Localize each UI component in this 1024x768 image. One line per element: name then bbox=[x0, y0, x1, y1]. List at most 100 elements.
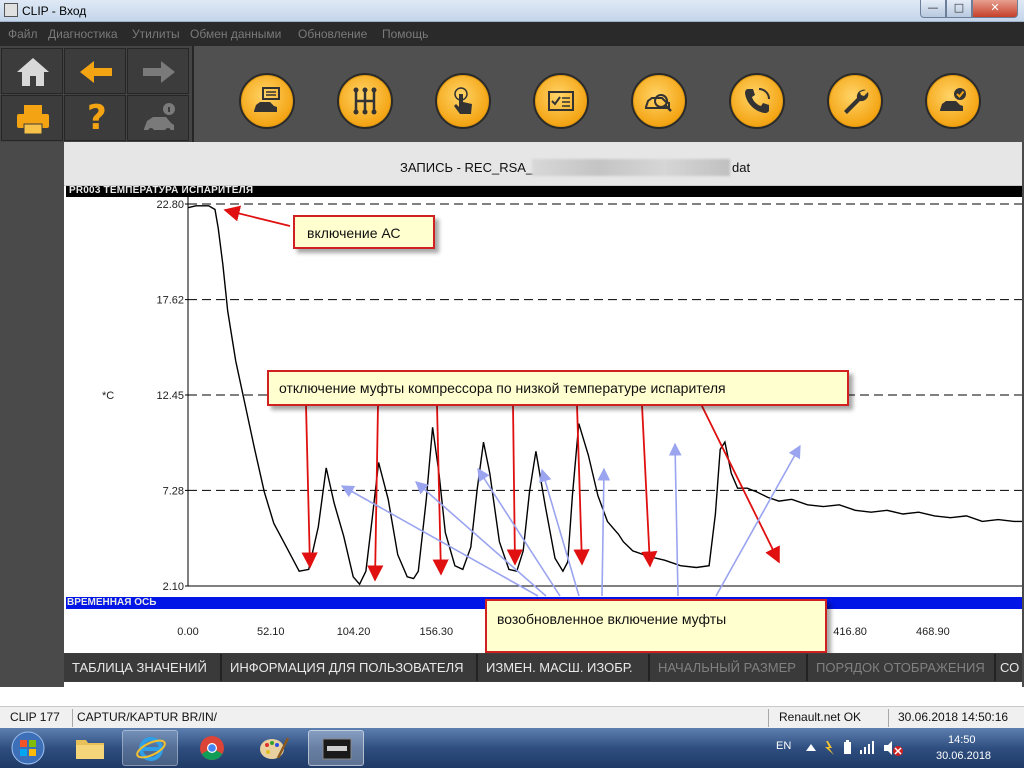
annotation-ac-on: включение АС bbox=[293, 215, 435, 249]
maximize-button[interactable]: □ bbox=[946, 0, 972, 18]
menu-update[interactable]: Обновление bbox=[298, 27, 367, 41]
gearbox-icon bbox=[353, 87, 377, 115]
chrome-icon bbox=[200, 736, 224, 761]
x-tick-label: 0.00 bbox=[177, 626, 198, 638]
clip-window: CLIP - Вход — □ ✕ Файл Диагностика Утили… bbox=[0, 0, 1024, 768]
language-indicator[interactable]: EN bbox=[776, 740, 791, 752]
taskbar-paint[interactable] bbox=[246, 730, 302, 766]
clip-app-icon bbox=[322, 738, 352, 760]
back-button[interactable] bbox=[64, 48, 126, 94]
help-button[interactable]: ? bbox=[64, 95, 126, 141]
flag-icon[interactable] bbox=[825, 741, 834, 755]
checklist-icon bbox=[548, 91, 574, 111]
zoom-change-button[interactable]: ИЗМЕН. МАСШ. ИЗОБР. bbox=[478, 654, 650, 681]
start-button[interactable] bbox=[8, 730, 48, 766]
clock-time[interactable]: 14:50 bbox=[948, 734, 976, 746]
status-bar: CLIP 177 CAPTUR/KAPTUR BR/IN/ Renault.ne… bbox=[0, 706, 1024, 728]
footer-toolbar: ТАБЛИЦА ЗНАЧЕНИЙ ИНФОРМАЦИЯ ДЛЯ ПОЛЬЗОВА… bbox=[64, 653, 1022, 682]
x-tick-label: 416.80 bbox=[833, 626, 867, 638]
window-title: CLIP - Вход bbox=[22, 4, 87, 18]
function-toolbar bbox=[192, 46, 1024, 142]
x-tick-label: 156.30 bbox=[419, 626, 453, 638]
home-button[interactable] bbox=[1, 48, 63, 94]
taskbar-clip[interactable] bbox=[308, 730, 364, 766]
diagnostic-scan-icon bbox=[645, 94, 672, 112]
vehicle-check-icon bbox=[940, 88, 966, 111]
status-divider bbox=[768, 709, 769, 727]
checklist-button[interactable] bbox=[533, 73, 589, 129]
vehicle-identification-icon bbox=[254, 87, 280, 112]
phone-support-icon bbox=[745, 88, 770, 113]
vehicle-check-button[interactable] bbox=[925, 73, 981, 129]
diagnostic-scan-button[interactable] bbox=[631, 73, 687, 129]
wrench-button[interactable] bbox=[827, 73, 883, 129]
initial-size-button[interactable]: НАЧАЛЬНЫЙ РАЗМЕР bbox=[650, 654, 808, 681]
menu-file[interactable]: Файл bbox=[8, 27, 38, 41]
show-hidden-icon[interactable] bbox=[806, 744, 816, 751]
app-icon bbox=[4, 3, 18, 17]
annotation-clutch-off-text: отключение муфты компрессора по низкой т… bbox=[279, 380, 726, 396]
taskbar-explorer[interactable] bbox=[62, 730, 118, 766]
home-icon bbox=[17, 58, 49, 86]
wrench-icon bbox=[844, 89, 869, 114]
printer-icon bbox=[17, 105, 49, 135]
signal-icon[interactable] bbox=[860, 750, 862, 754]
touch-icon bbox=[454, 87, 472, 114]
touch-button[interactable] bbox=[435, 73, 491, 129]
x-tick-label: 104.20 bbox=[337, 626, 371, 638]
gearbox-button[interactable] bbox=[337, 73, 393, 129]
parameter-label: PR003 ТЕМПЕРАТУРА ИСПАРИТЕЛЯ bbox=[69, 185, 254, 196]
connection-status: Renault.net OK bbox=[779, 710, 862, 724]
volume-icon[interactable] bbox=[884, 741, 892, 755]
display-order-button[interactable]: ПОРЯДОК ОТОБРАЖЕНИЯ bbox=[808, 654, 996, 681]
title-bar: CLIP - Вход — □ ✕ bbox=[0, 0, 1024, 22]
forward-button[interactable] bbox=[127, 48, 189, 94]
help-icon: ? bbox=[87, 98, 107, 138]
forward-arrow-icon bbox=[143, 61, 175, 83]
explorer-icon bbox=[76, 740, 104, 759]
status-divider bbox=[888, 709, 889, 727]
windows-logo-icon bbox=[11, 731, 45, 765]
y-tick-label: 22.80 bbox=[156, 199, 184, 211]
taskbar: EN 14:50 30.06.2018 bbox=[0, 728, 1024, 768]
time-axis-label: ВРЕМЕННАЯ ОСЬ bbox=[67, 597, 157, 608]
parameter-header: PR003 ТЕМПЕРАТУРА ИСПАРИТЕЛЯ bbox=[66, 185, 1022, 197]
taskbar-chrome[interactable] bbox=[184, 730, 240, 766]
vehicle-model: CAPTUR/KAPTUR BR/IN/ bbox=[77, 710, 218, 724]
car-info-icon bbox=[144, 103, 175, 134]
more-button[interactable]: СО bbox=[996, 654, 1022, 681]
vehicle-identification-button[interactable] bbox=[239, 73, 295, 129]
battery-icon[interactable] bbox=[844, 742, 851, 754]
phone-support-button[interactable] bbox=[729, 73, 785, 129]
menu-bar: Файл Диагностика Утилиты Обмен данными О… bbox=[0, 22, 1024, 46]
y-tick-label: 7.28 bbox=[163, 485, 184, 497]
print-button[interactable] bbox=[1, 95, 63, 141]
recording-view: ЗАПИСЬ - REC_RSA_ dat 22.80 17.62 12.45 7.2… bbox=[64, 142, 1022, 653]
status-datetime: 30.06.2018 14:50:16 bbox=[898, 710, 1009, 724]
annotation-ac-on-text: включение АС bbox=[307, 225, 401, 241]
clip-version: CLIP 177 bbox=[10, 710, 60, 724]
toolbar: ? bbox=[0, 46, 1024, 142]
menu-help[interactable]: Помощь bbox=[382, 27, 428, 41]
close-button[interactable]: ✕ bbox=[972, 0, 1018, 18]
taskbar-internet-explorer[interactable] bbox=[122, 730, 178, 766]
paint-icon bbox=[260, 737, 290, 759]
back-arrow-icon bbox=[80, 61, 112, 83]
x-tick-label: 52.10 bbox=[257, 626, 285, 638]
clock-date[interactable]: 30.06.2018 bbox=[936, 750, 991, 762]
x-tick-label: 468.90 bbox=[916, 626, 950, 638]
minimize-button[interactable]: — bbox=[920, 0, 946, 18]
menu-diagnostics[interactable]: Диагностика bbox=[48, 27, 118, 41]
menu-data-exchange[interactable]: Обмен данными bbox=[190, 27, 281, 41]
internet-explorer-icon bbox=[136, 737, 166, 761]
vehicle-info-button[interactable] bbox=[127, 95, 189, 141]
user-info-button[interactable]: ИНФОРМАЦИЯ ДЛЯ ПОЛЬЗОВАТЕЛЯ bbox=[222, 654, 478, 681]
y-tick-label: 12.45 bbox=[156, 390, 184, 402]
annotation-clutch-off: отключение муфты компрессора по низкой т… bbox=[267, 370, 849, 406]
status-divider bbox=[72, 709, 73, 727]
y-tick-label: 2.10 bbox=[163, 581, 184, 593]
left-panel bbox=[0, 142, 64, 687]
menu-utilities[interactable]: Утилиты bbox=[132, 27, 180, 41]
values-table-button[interactable]: ТАБЛИЦА ЗНАЧЕНИЙ bbox=[64, 654, 222, 681]
annotation-clutch-on: возобновленное включение муфты bbox=[485, 599, 827, 653]
